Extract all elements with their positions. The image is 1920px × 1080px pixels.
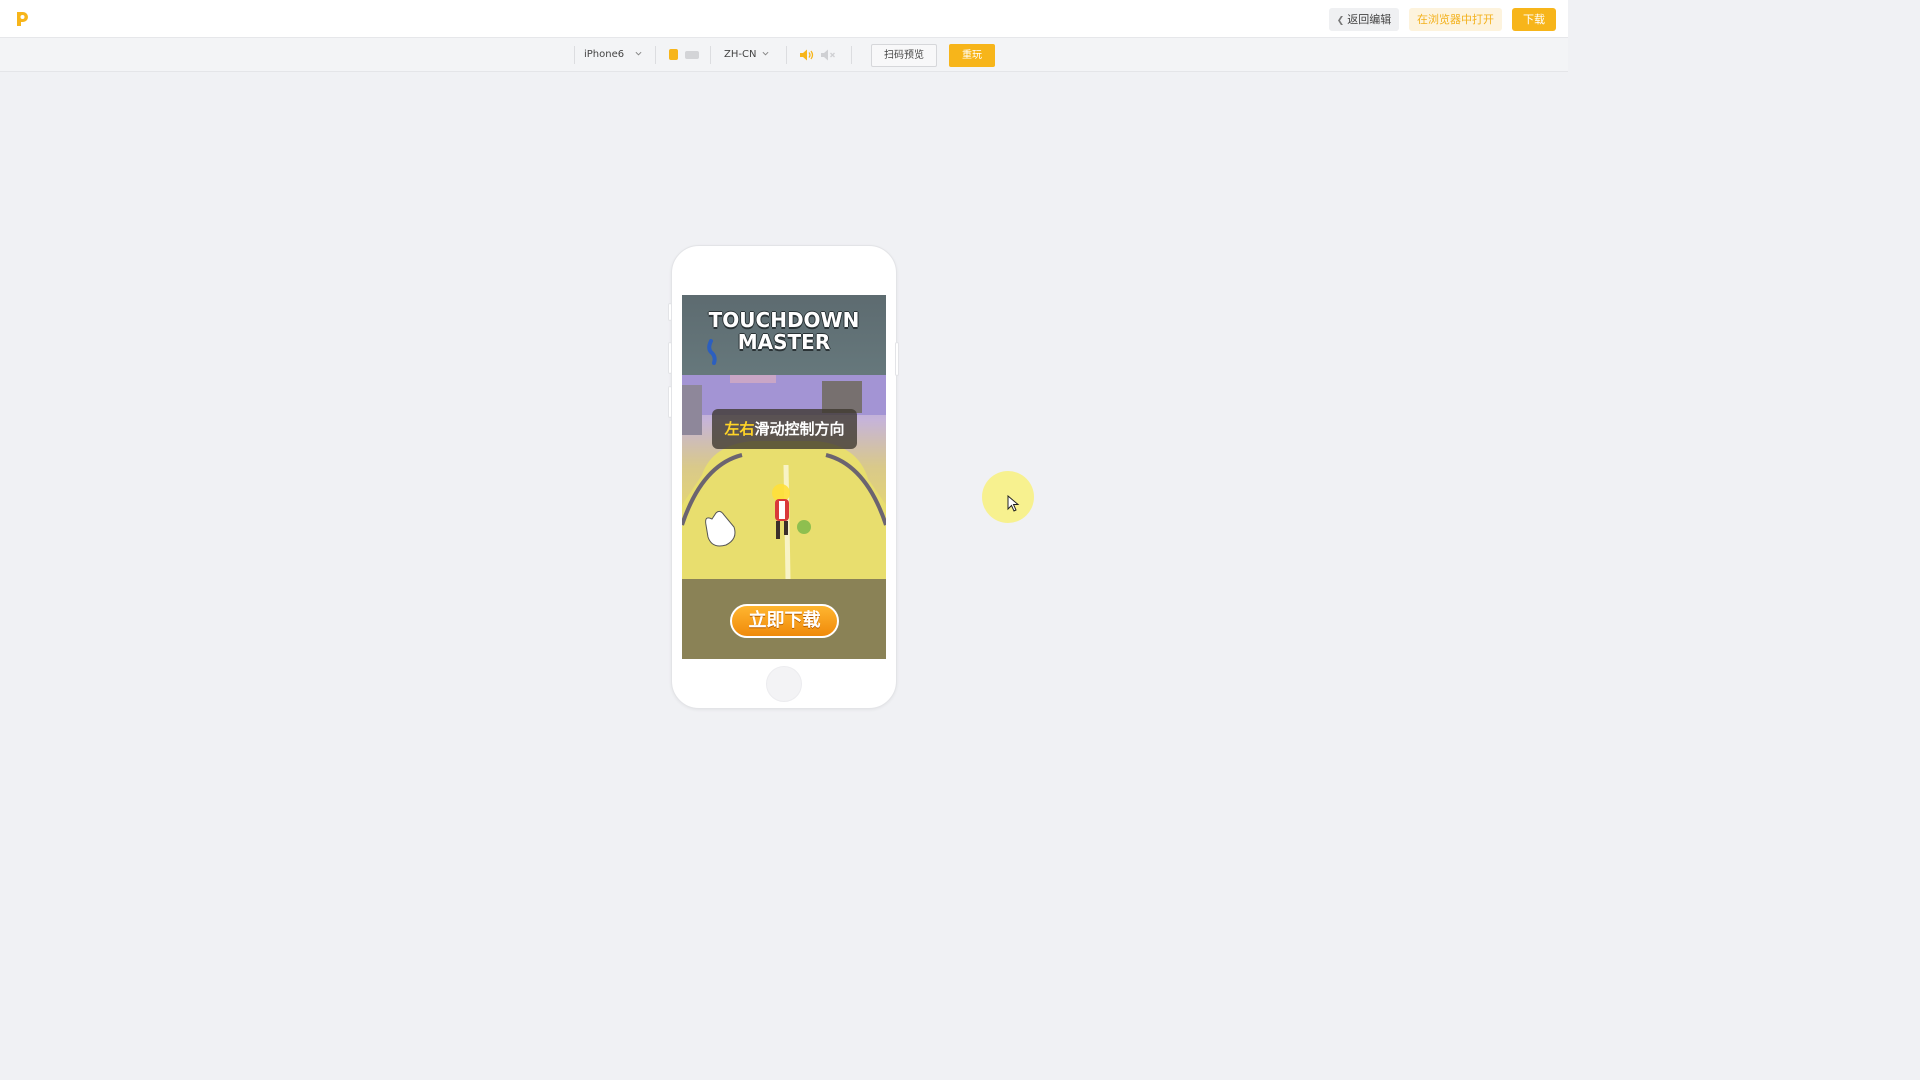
device-select-value: iPhone6 <box>584 49 625 60</box>
game-title-line1: TOUCHDOWN <box>708 308 860 332</box>
swipe-hint-text: 滑动控制方向 <box>754 420 845 438</box>
device-select[interactable]: iPhone6 <box>584 47 646 63</box>
chevron-down-icon <box>762 51 769 56</box>
app-logo-icon[interactable] <box>14 10 30 28</box>
title-banner: TOUCHDOWN MASTER <box>682 295 886 375</box>
toolbar-divider <box>710 46 711 64</box>
language-select[interactable]: ZH-CN <box>724 47 772 63</box>
download-now-button[interactable]: 立即下载 <box>730 604 839 638</box>
phone-side-button <box>668 303 672 321</box>
language-select-value: ZH-CN <box>724 49 757 60</box>
preview-toolbar: iPhone6 ZH-CN 扫码预览 重玩 <box>0 38 1568 72</box>
back-to-edit-button[interactable]: ❮ 返回编辑 <box>1329 8 1399 31</box>
toolbar-divider <box>851 46 852 64</box>
scan-preview-button[interactable]: 扫码预览 <box>871 44 937 67</box>
back-to-edit-label: 返回编辑 <box>1347 13 1392 26</box>
game-field-illustration <box>682 375 886 579</box>
swipe-hint-banner: 左右滑动控制方向 <box>712 409 857 449</box>
top-header: ❮ 返回编辑 在浏览器中打开 下载 <box>0 0 1568 38</box>
chevron-left-icon: ❮ <box>1336 16 1345 26</box>
landscape-icon[interactable] <box>685 51 699 59</box>
replay-button[interactable]: 重玩 <box>949 44 995 67</box>
playable-ad-preview[interactable]: TOUCHDOWN MASTER 左右滑动控制方向 立即下载 <box>682 295 886 659</box>
phone-side-button <box>895 342 899 376</box>
toolbar-divider <box>574 46 575 64</box>
chevron-down-icon <box>635 51 642 56</box>
volume-mute-icon[interactable] <box>820 48 836 62</box>
mouse-cursor-icon <box>1007 495 1020 512</box>
phone-side-button <box>668 386 672 418</box>
portrait-icon[interactable] <box>669 49 678 60</box>
confetti-decoration <box>707 339 717 365</box>
game-scene[interactable] <box>682 375 886 579</box>
swipe-hint-highlight: 左右 <box>724 420 755 438</box>
volume-on-icon[interactable] <box>799 48 815 62</box>
download-button[interactable]: 下载 <box>1512 8 1556 31</box>
toolbar-divider <box>655 46 656 64</box>
toolbar-divider <box>786 46 787 64</box>
phone-home-button[interactable] <box>766 666 802 702</box>
open-in-browser-button[interactable]: 在浏览器中打开 <box>1409 8 1502 31</box>
phone-side-button <box>668 342 672 374</box>
